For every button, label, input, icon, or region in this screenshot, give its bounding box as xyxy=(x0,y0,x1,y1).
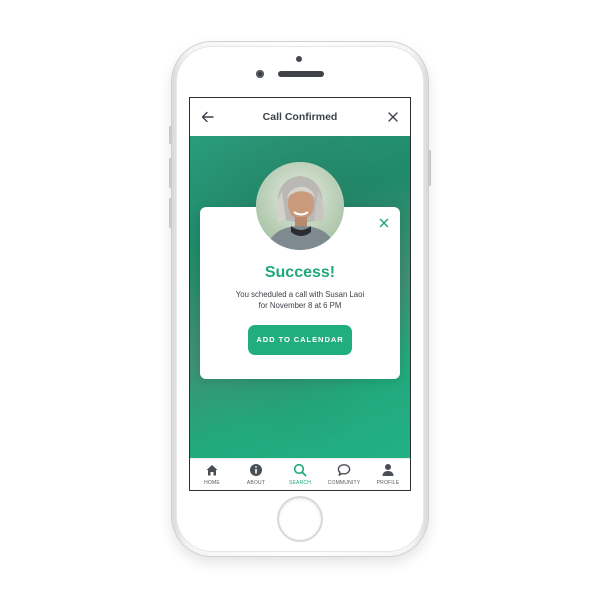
home-icon xyxy=(206,465,218,476)
page-title: Call Confirmed xyxy=(262,111,338,123)
search-icon xyxy=(293,463,307,477)
close-icon[interactable] xyxy=(379,218,389,228)
success-heading: Success! xyxy=(264,264,336,281)
phone-volume-up xyxy=(169,158,172,188)
tab-label: ABOUT xyxy=(246,480,266,486)
phone-volume-down xyxy=(169,198,172,228)
chat-bubble-icon xyxy=(337,464,351,476)
avatar-photo xyxy=(256,162,344,250)
tab-label: COMMUNITY xyxy=(327,480,361,486)
top-bar: Call Confirmed xyxy=(190,98,410,136)
tab-community[interactable]: COMMUNITY xyxy=(322,459,366,490)
message-line: You scheduled a call with Susan Laoi xyxy=(235,290,365,299)
phone-home-button[interactable] xyxy=(279,498,321,540)
tab-profile[interactable]: PROFILE xyxy=(366,459,410,490)
close-icon[interactable] xyxy=(387,111,399,123)
tab-label: SEARCH xyxy=(288,480,312,486)
info-icon xyxy=(250,464,262,476)
content-area: Success! You scheduled a call with Susan… xyxy=(190,136,410,458)
arrow-left-icon[interactable] xyxy=(201,110,215,124)
bottom-tab-bar: HOME ABOUT SEARCH COMMUNITY PROFILE xyxy=(190,458,410,490)
phone-side-button xyxy=(169,126,172,144)
person-icon xyxy=(382,464,394,476)
avatar xyxy=(256,162,344,250)
tab-about[interactable]: ABOUT xyxy=(234,459,278,490)
add-to-calendar-button[interactable]: ADD TO CALENDAR xyxy=(248,325,352,355)
tab-home[interactable]: HOME xyxy=(190,459,234,490)
tab-label: HOME xyxy=(204,480,220,486)
app-screen: Call Confirmed Success! You scheduled a … xyxy=(190,98,410,490)
confirmation-message: You scheduled a call with Susan Laoi for… xyxy=(210,289,390,311)
phone-speaker xyxy=(278,71,324,77)
phone-camera xyxy=(256,70,264,78)
tab-label: PROFILE xyxy=(376,480,400,486)
phone-sensor xyxy=(296,56,302,62)
phone-power-button xyxy=(428,150,431,186)
tab-search[interactable]: SEARCH xyxy=(278,459,322,490)
message-line: for November 8 at 6 PM xyxy=(258,301,342,310)
